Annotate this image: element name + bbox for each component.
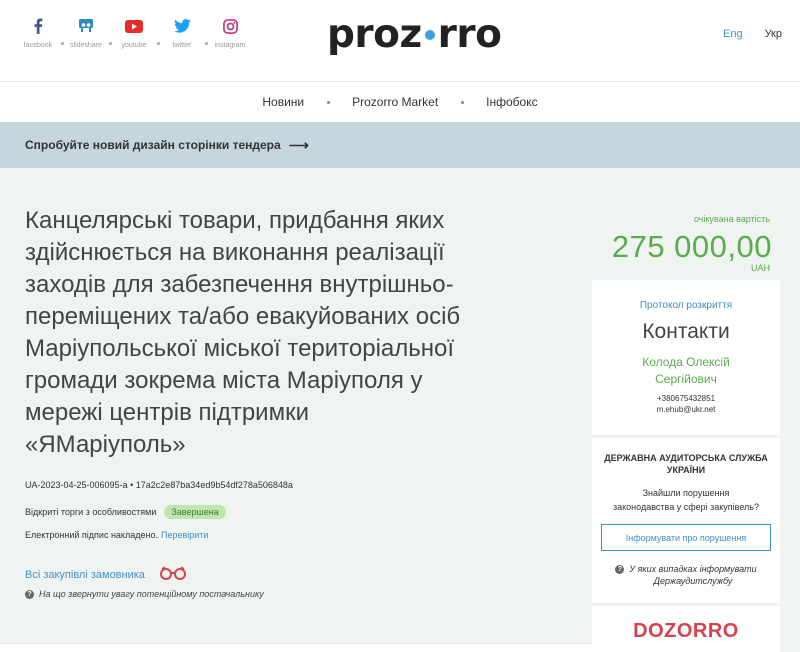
social-facebook[interactable]: facebook [20,16,64,49]
social-label: twitter [172,42,192,49]
contact-details: +380675432851 m.ehub@ukr.net [592,393,780,415]
status-badge: Завершена [164,505,226,519]
tender-hash: 17a2c2e87ba34ed9b54df278a506848a [135,480,293,490]
procedure-type: Відкриті торги з особливостями [25,507,157,517]
budget-value: 275 000,00 [611,229,772,264]
site-header: facebook slideshare youtube twitter inst… [0,0,800,82]
signature-text: Електронний підпис накладено. [25,530,158,540]
contact-email: m.ehub@ukr.net [656,405,716,414]
contact-person: Колода Олексій Сергійович [592,354,780,388]
audit-note[interactable]: ? У яких випадках інформувати Держаудитс… [600,563,772,587]
tender-title: Канцелярські товари, придбання яких здій… [25,207,461,458]
audit-note-line2: Держаудитслужбу [653,576,733,586]
question-icon: ? [25,589,34,599]
content-bottom-divider [0,643,592,652]
dozorro-logo: DOZORRO [633,620,739,642]
protocol-link[interactable]: Протокол розкриття [592,300,780,311]
budget-currency: UAH [750,263,770,273]
logo-text-right: rro [437,12,502,57]
all-purchases-row: Всі закупівлі замовника [25,566,187,583]
nav-item-infobox[interactable]: Інфобокс [462,95,561,109]
youtube-icon [124,16,144,36]
contact-name-line1: Колода Олексій [642,355,730,369]
slideshare-icon [76,16,96,36]
audit-org-line2: УКРАЇНИ [666,465,706,475]
new-design-banner[interactable]: Спробуйте новий дизайн сторінки тендера … [0,122,800,168]
prozorro-logo[interactable]: proz rro [327,12,502,57]
contacts-title: Контакти [642,320,730,343]
contact-name-line2: Сергійович [655,372,717,386]
audit-question-line2: законодавства у сфері закупівель? [613,502,759,512]
language-switcher: Eng Укр [723,28,782,40]
logo-dot-icon [424,29,435,40]
nav-item-market[interactable]: Prozorro Market [328,95,465,109]
contact-phone: +380675432851 [656,394,716,403]
social-links: facebook slideshare youtube twitter inst… [20,16,260,49]
social-label: instagram [214,42,246,49]
nav-item-news[interactable]: Новини [238,95,330,109]
social-label: slideshare [70,42,102,49]
social-instagram[interactable]: instagram [212,16,248,49]
audit-org-line1: ДЕРЖАВНА АУДИТОРСЬКА СЛУЖБА [604,453,768,463]
facebook-icon [28,16,48,36]
budget-label: очікувана вартість [693,214,770,224]
lang-ukr-link[interactable]: Укр [765,28,782,40]
arrow-right-icon: ⟶ [288,136,309,153]
social-youtube[interactable]: youtube [116,16,160,49]
main-nav: Новини Prozorro Market Інфобокс [0,82,800,122]
lang-eng-link[interactable]: Eng [723,28,743,40]
procedure-row: Відкриті торги з особливостями Завершена [25,505,226,519]
supplier-hint-text: На що звернути увагу потенційному постач… [39,589,264,599]
banner-text: Спробуйте новий дизайн сторінки тендера [25,138,281,152]
social-label: facebook [23,42,53,49]
tender-id: UA-2023-04-25-006095-a [25,480,128,490]
supplier-hint-row[interactable]: ? На що звернути увагу потенційному пост… [25,589,264,599]
audit-card: ДЕРЖАВНА АУДИТОРСЬКА СЛУЖБА УКРАЇНИ Знай… [592,438,780,603]
audit-org-name: ДЕРЖАВНА АУДИТОРСЬКА СЛУЖБА УКРАЇНИ [600,452,772,476]
dozorro-card[interactable]: DOZORRO [592,606,780,652]
instagram-icon [220,16,240,36]
contacts-card: Протокол розкриття Контакти Колода Олекс… [592,280,780,435]
twitter-icon [172,16,192,36]
audit-question-line1: Знайшли порушення [642,488,730,498]
all-purchases-link[interactable]: Всі закупівлі замовника [25,569,145,581]
dozorro-glasses-icon[interactable] [159,566,187,583]
logo-text-left: proz [327,12,422,57]
audit-note-line1: У яких випадках інформувати [629,564,757,574]
report-violation-button[interactable]: Інформувати про порушення [601,524,771,551]
social-label: youtube [121,42,147,49]
check-signature-link[interactable]: Перевірити [161,530,208,540]
social-slideshare[interactable]: slideshare [68,16,112,49]
question-icon: ? [615,565,625,574]
signature-row: Електронний підпис накладено. Перевірити [25,530,208,540]
audit-question: Знайшли порушення законодавства у сфері … [600,486,772,514]
tender-identifiers: UA-2023-04-25-006095-a • 17a2c2e87ba34ed… [25,480,293,490]
social-twitter[interactable]: twitter [164,16,208,49]
